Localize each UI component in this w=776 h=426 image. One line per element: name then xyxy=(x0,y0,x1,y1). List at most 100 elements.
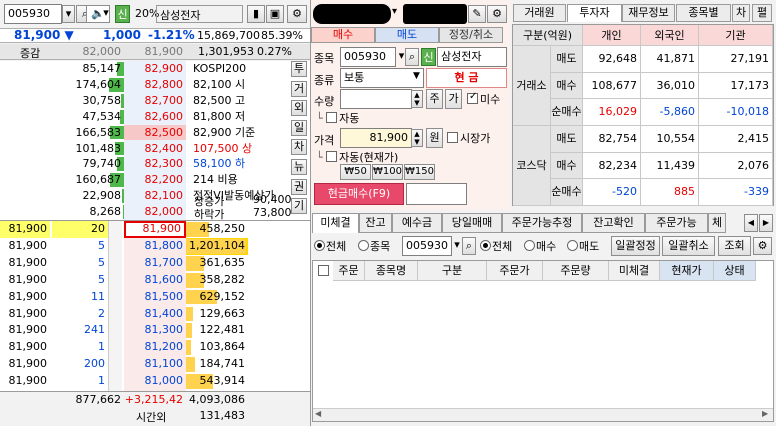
quick-price-button[interactable]: ₩100 xyxy=(372,164,403,180)
unfilled-column-header: 현재가 xyxy=(660,261,714,281)
submit-order-button[interactable]: 현금매수(F9) xyxy=(314,183,404,205)
ask-price[interactable]: 82,800 xyxy=(124,77,186,93)
market-price-checkbox[interactable]: 시장가 xyxy=(447,130,490,146)
ask-price[interactable]: 82,100 xyxy=(124,188,186,204)
scroll-left-icon[interactable]: ◀ xyxy=(315,409,321,418)
cash-button[interactable]: 현 금 xyxy=(426,68,507,88)
password-field[interactable] xyxy=(403,4,467,24)
stock-code-input[interactable]: 005930 xyxy=(4,4,62,24)
side-button[interactable]: 차 xyxy=(291,139,307,156)
investor-tab[interactable]: 투자자 xyxy=(567,4,622,22)
gear-icon[interactable]: ⚙ xyxy=(287,5,307,23)
bid-price[interactable]: 81,500 xyxy=(124,289,186,306)
investor-tab[interactable]: 거래원 xyxy=(513,4,566,22)
order-tab[interactable]: 매도 xyxy=(375,27,439,43)
filter-stock-radio[interactable]: 종목 xyxy=(358,238,390,254)
order-type-select[interactable]: 보통 xyxy=(340,68,424,88)
bid-price[interactable]: 81,000 xyxy=(124,373,186,390)
bottom-tab[interactable]: 체 xyxy=(708,213,726,233)
total-diff: +3,215,42 xyxy=(124,393,183,406)
side-button[interactable]: 일 xyxy=(291,119,307,136)
price-stepper[interactable]: ▲ ▼ xyxy=(411,129,423,147)
investor-tab[interactable]: 재무정보 xyxy=(622,4,675,22)
qty-stepper[interactable]: ▲ ▼ xyxy=(411,90,423,108)
order-tab[interactable]: 매수 xyxy=(311,27,375,43)
side-button[interactable]: 외 xyxy=(291,100,307,117)
investor-value: 2,076 xyxy=(699,152,773,180)
filter-code-input[interactable]: 005930 xyxy=(402,236,452,256)
ask-price[interactable]: 82,700 xyxy=(124,93,186,109)
search-icon[interactable]: ⌕ xyxy=(462,237,476,255)
order-tab[interactable]: 정정/취소 xyxy=(439,27,503,43)
bid-price[interactable]: 81,800 xyxy=(124,238,186,255)
ask-price[interactable]: 82,500 xyxy=(124,124,186,141)
qty-input[interactable] xyxy=(340,89,412,109)
bottom-tab[interactable]: 예수금 xyxy=(392,213,442,233)
query-button[interactable]: 조회 xyxy=(718,236,751,256)
search-icon[interactable]: ⌕ xyxy=(405,48,419,66)
select-all-checkbox[interactable] xyxy=(318,265,329,276)
quick-price-button[interactable]: ₩50 xyxy=(340,164,371,180)
bid-qty: 103,864 xyxy=(199,340,246,354)
window-icon[interactable]: ▣ xyxy=(266,5,284,23)
qty-unit-button[interactable]: 주 xyxy=(426,89,443,109)
bid-price[interactable]: 81,100 xyxy=(124,356,186,373)
bottom-tab[interactable]: 주문가능추정 xyxy=(502,213,582,233)
link-icon[interactable]: ▮ xyxy=(247,5,265,23)
side-button[interactable]: 투 xyxy=(291,61,307,77)
side-button[interactable]: 권 xyxy=(291,178,307,195)
bid-price[interactable]: 81,300 xyxy=(124,322,186,339)
bottom-tab[interactable]: 잔고확인 xyxy=(582,213,645,233)
modify-all-button[interactable]: 일괄정정 xyxy=(611,236,660,256)
investor-tab[interactable]: 차 xyxy=(732,4,750,22)
bid-price[interactable]: 81,200 xyxy=(124,339,186,356)
bid-price[interactable]: 81,700 xyxy=(124,255,186,272)
investor-tab[interactable]: 펼 xyxy=(752,4,772,22)
bid-price[interactable]: 81,900 xyxy=(124,221,186,238)
filter-all-radio[interactable]: 전체 xyxy=(314,238,346,254)
order-code-input[interactable]: 005930 xyxy=(340,47,396,67)
qty-available-button[interactable]: 가 xyxy=(445,89,462,109)
account-dropdown-icon[interactable]: ▾ xyxy=(392,6,397,17)
ask-price[interactable]: 82,200 xyxy=(124,172,186,188)
ask-price[interactable]: 82,600 xyxy=(124,109,186,125)
eraser-icon[interactable]: ✎ xyxy=(468,5,486,23)
bid-price[interactable]: 81,600 xyxy=(124,272,186,289)
ask-price[interactable]: 82,400 xyxy=(124,141,186,157)
auto2-checkbox[interactable]: └ 자동(현재가) xyxy=(316,149,398,165)
bid-qty-bar xyxy=(186,323,193,339)
bid-price[interactable]: 81,400 xyxy=(124,306,186,323)
bottom-tab[interactable]: 미체결 xyxy=(312,213,359,233)
tabs-prev-icon[interactable]: ◀ xyxy=(744,214,758,232)
dropdown-icon[interactable]: ▾ xyxy=(452,237,462,255)
investor-tab[interactable]: 종목별 xyxy=(676,4,731,22)
bottom-tab[interactable]: 당일매매 xyxy=(442,213,502,233)
auto1-checkbox[interactable]: └ 자동 xyxy=(316,110,359,126)
side-button[interactable]: 거 xyxy=(291,80,307,97)
side-buy-radio[interactable]: 매수 xyxy=(524,238,556,254)
side-button[interactable]: 기 xyxy=(291,198,307,215)
side-sell-radio[interactable]: 매도 xyxy=(567,238,599,254)
gear-icon[interactable]: ⚙ xyxy=(753,237,772,255)
ask-price[interactable]: 82,900 xyxy=(124,61,186,77)
gear-icon[interactable]: ⚙ xyxy=(487,5,507,23)
side-button[interactable]: 뉴 xyxy=(291,159,307,175)
dropdown-icon[interactable]: ▾ xyxy=(101,5,111,23)
ask-price[interactable]: 82,300 xyxy=(124,156,186,172)
side-all-radio[interactable]: 전체 xyxy=(480,238,512,254)
submit-extra-field[interactable] xyxy=(406,183,467,205)
account-field[interactable] xyxy=(313,4,391,24)
bottom-tab[interactable]: 잔고 xyxy=(359,213,392,233)
cancel-all-button[interactable]: 일괄취소 xyxy=(662,236,715,256)
ask-qty-cell: 30,758 xyxy=(62,93,124,109)
bottom-tab[interactable]: 주문가능 xyxy=(645,213,708,233)
won-button[interactable]: 원 xyxy=(426,128,443,148)
misu-checkbox[interactable]: ✓ 미수 xyxy=(467,91,500,107)
dropdown-icon[interactable]: ▾ xyxy=(62,5,75,23)
horizontal-scrollbar[interactable] xyxy=(313,408,773,421)
ask-price[interactable]: 82,000 xyxy=(124,204,186,220)
tabs-next-icon[interactable]: ▶ xyxy=(759,214,773,232)
quick-price-button[interactable]: ₩150 xyxy=(404,164,435,180)
scroll-right-icon[interactable]: ▶ xyxy=(762,409,768,418)
price-input[interactable]: 81,900 xyxy=(340,128,412,148)
